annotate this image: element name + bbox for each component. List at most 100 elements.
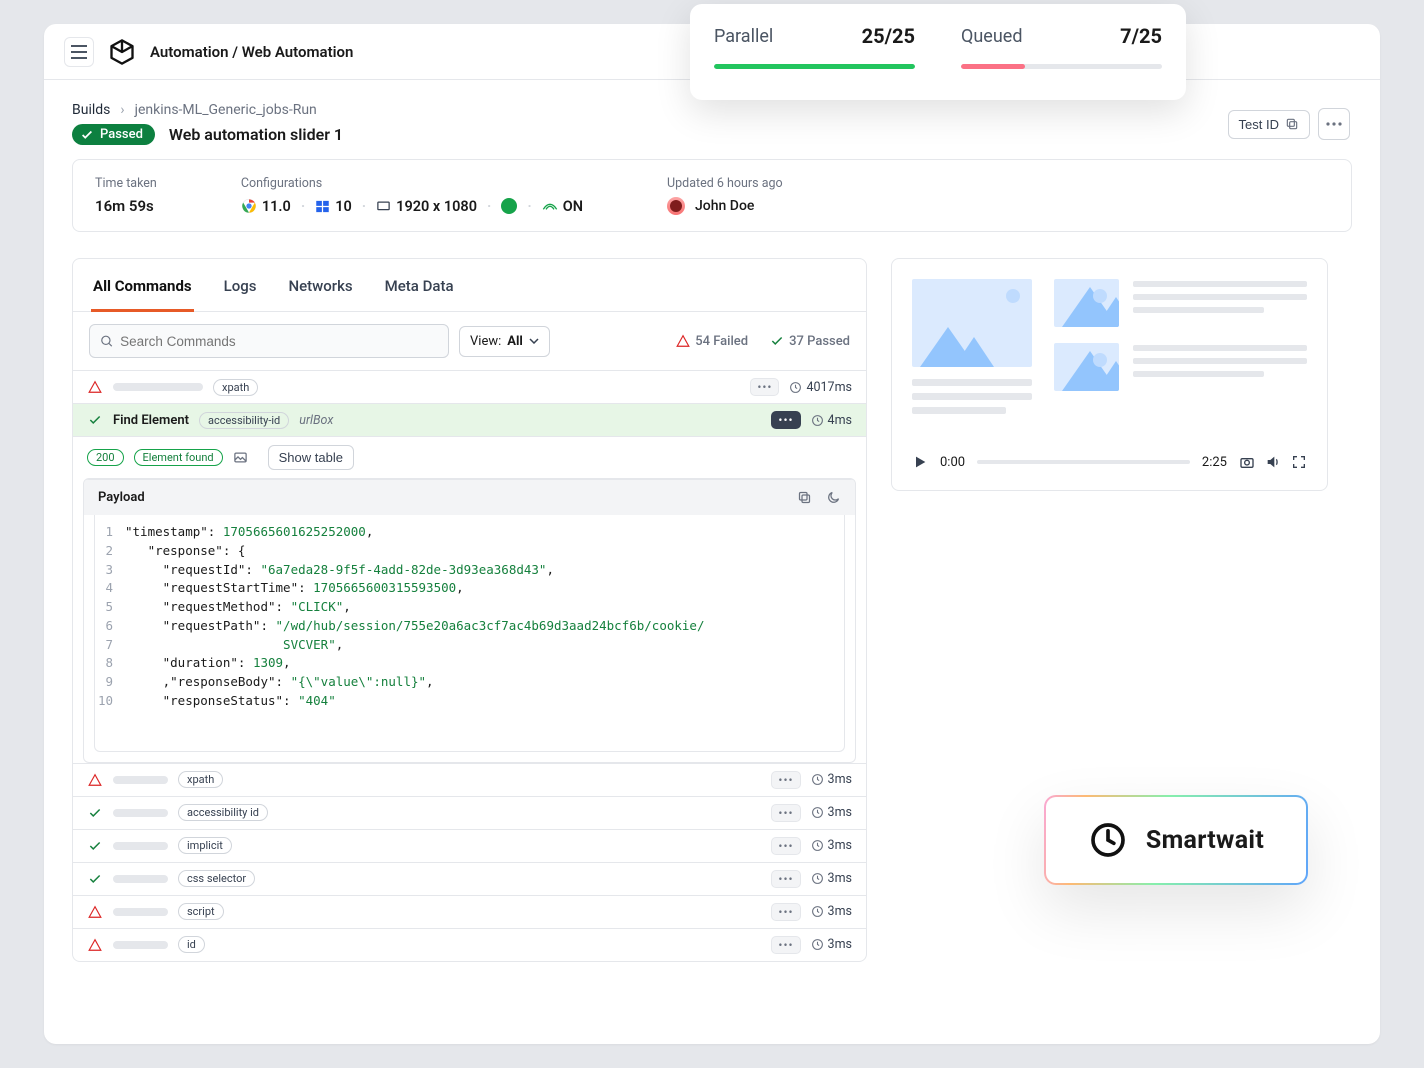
view-filter[interactable]: View: All — [459, 326, 550, 357]
clock-icon — [811, 806, 824, 819]
resolution-config: 1920 x 1080 — [376, 198, 477, 215]
warning-icon — [87, 904, 103, 919]
tab-all-commands[interactable]: All Commands — [91, 259, 194, 312]
http-status-chip: 200 — [87, 449, 124, 466]
breadcrumb-run: jenkins-ML_Generic_jobs-Run — [135, 102, 317, 118]
command-row[interactable]: xpath ••• 4017ms — [73, 370, 866, 403]
command-name: Find Element — [113, 413, 189, 428]
row-more-button[interactable]: ••• — [771, 771, 800, 789]
screenshot-thumbnail — [1054, 343, 1119, 391]
selector-chip: css selector — [178, 870, 255, 887]
user-name: John Doe — [695, 198, 754, 214]
total-time: 2:25 — [1202, 455, 1227, 470]
failed-count: 54 Failed — [676, 334, 748, 349]
clock-icon — [789, 381, 802, 394]
selector-chip: script — [178, 903, 224, 920]
clock-icon — [811, 938, 824, 951]
clock-icon — [811, 414, 824, 427]
app-breadcrumb: Automation / Web Automation — [150, 43, 353, 61]
fullscreen-icon[interactable] — [1291, 454, 1307, 470]
payload-label: Payload — [98, 490, 145, 505]
more-button[interactable] — [1318, 108, 1350, 140]
warning-icon — [676, 334, 690, 348]
dots-icon — [1326, 122, 1342, 126]
selector-chip: accessibility-id — [199, 412, 289, 429]
clock-icon — [811, 773, 824, 786]
test-id-label: Test ID — [1239, 117, 1279, 132]
clock-icon — [1088, 820, 1128, 860]
chevron-down-icon — [529, 338, 539, 344]
selector-chip: implicit — [178, 837, 232, 854]
clock-icon — [811, 872, 824, 885]
row-more-button[interactable]: ••• — [771, 870, 800, 888]
avatar — [667, 197, 685, 215]
selector-chip: accessibility id — [178, 804, 268, 821]
check-icon — [87, 871, 103, 886]
command-row-selected[interactable]: Find Element accessibility-id urlBox •••… — [73, 403, 866, 436]
breadcrumb-root[interactable]: Builds — [72, 102, 110, 118]
theme-icon[interactable] — [826, 490, 841, 505]
video-panel: 0:00 2:25 — [891, 258, 1328, 491]
tab-logs[interactable]: Logs — [222, 259, 259, 311]
smartwait-callout: Smartwait — [1044, 795, 1308, 885]
screenshot-thumbnail — [912, 279, 1032, 367]
row-more-button[interactable]: ••• — [771, 837, 800, 855]
selector-chip: xpath — [178, 771, 223, 788]
logo — [108, 38, 136, 66]
test-id-button[interactable]: Test ID — [1228, 110, 1310, 139]
row-more-button[interactable]: ••• — [771, 411, 800, 429]
duration: 4017ms — [789, 380, 852, 395]
tab-metadata[interactable]: Meta Data — [383, 259, 456, 311]
command-row[interactable]: xpath ••• 3ms — [73, 763, 866, 796]
check-icon — [770, 334, 784, 348]
time-taken-label: Time taken — [95, 176, 157, 191]
queued-value: 7/25 — [1120, 24, 1162, 48]
command-row[interactable]: id ••• 3ms — [73, 928, 866, 961]
display-icon — [376, 199, 391, 214]
check-icon — [87, 838, 103, 853]
copy-icon[interactable] — [797, 490, 812, 505]
os-config: 10 — [315, 198, 352, 215]
current-time: 0:00 — [940, 455, 965, 470]
menu-button[interactable] — [64, 37, 94, 67]
row-more-button[interactable]: ••• — [771, 804, 800, 822]
play-icon[interactable] — [912, 454, 928, 470]
progress-bar[interactable] — [977, 460, 1190, 464]
parallel-label: Parallel — [714, 26, 773, 47]
command-row[interactable]: implicit ••• 3ms — [73, 829, 866, 862]
row-more-button[interactable]: ••• — [771, 936, 800, 954]
selector-chip: xpath — [213, 379, 258, 396]
config-label: Configurations — [241, 176, 583, 191]
warning-icon — [87, 772, 103, 787]
command-row[interactable]: accessibility id ••• 3ms — [73, 796, 866, 829]
stats-overlay: Parallel25/25 Queued7/25 — [690, 4, 1186, 100]
time-taken-value: 16m 59s — [95, 197, 157, 215]
browser-config: 11.0 — [241, 198, 291, 215]
command-row[interactable]: css selector ••• 3ms — [73, 862, 866, 895]
duration: 4ms — [811, 413, 852, 428]
show-table-button[interactable]: Show table — [268, 445, 354, 470]
selector-value: urlBox — [299, 413, 333, 428]
warning-icon — [87, 380, 103, 395]
chrome-icon — [241, 198, 257, 214]
updated-label: Updated 6 hours ago — [667, 176, 783, 191]
volume-icon[interactable] — [1265, 454, 1281, 470]
payload-code: 1"timestamp": 1705665601625252000,2 "res… — [94, 515, 845, 752]
status-badge-label: Passed — [100, 127, 143, 142]
build-title: Web automation slider 1 — [169, 125, 343, 144]
camera-icon[interactable] — [1239, 454, 1255, 470]
search-input[interactable] — [89, 324, 449, 358]
smartwait-label: Smartwait — [1146, 826, 1264, 855]
network-config: ON — [542, 198, 583, 215]
chevron-right-icon: › — [120, 102, 124, 118]
selector-chip: id — [178, 936, 205, 953]
search-icon — [100, 334, 114, 349]
tab-networks[interactable]: Networks — [286, 259, 354, 311]
command-status-row: 200 Element found Show table — [73, 436, 866, 478]
image-icon[interactable] — [233, 450, 248, 465]
screenshot-thumbnail — [1054, 279, 1119, 327]
row-more-button[interactable]: ••• — [750, 378, 779, 396]
row-more-button[interactable]: ••• — [771, 903, 800, 921]
network-icon — [542, 200, 558, 212]
command-row[interactable]: script ••• 3ms — [73, 895, 866, 928]
